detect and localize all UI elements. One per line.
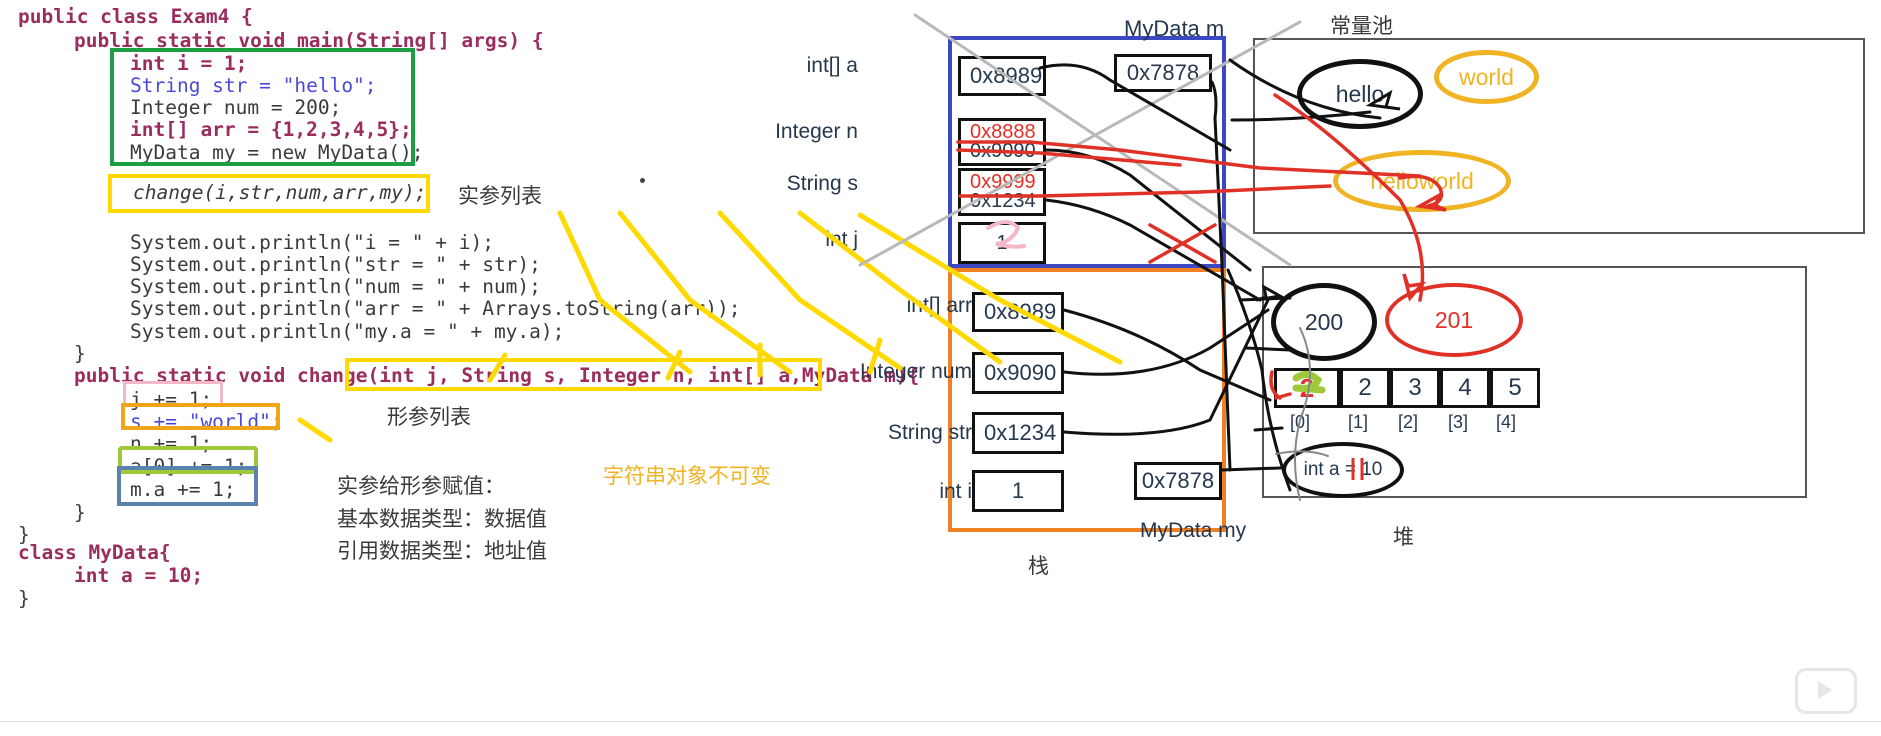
label-assign-title: 实参给形参赋值：	[337, 474, 505, 498]
array-index-0: [0]	[1290, 412, 1311, 432]
label-mydata-m: MyData m	[1124, 16, 1225, 41]
cell-mydata-m: 0x7878	[1114, 54, 1212, 92]
heap-integer-200-label: 200	[1304, 308, 1344, 335]
array-cell-0: 2	[1274, 368, 1340, 408]
heap-integer-201-label: 201	[1434, 306, 1474, 333]
cell-string-s: 0x9999 0x1234	[958, 168, 1046, 216]
ink-dot	[640, 178, 645, 183]
cell-mydata-my: 0x7878	[1134, 462, 1222, 500]
array-cell-4: 5	[1490, 368, 1540, 408]
cell-string-s-old: 0x1234	[970, 190, 1036, 212]
player-logo-icon	[1795, 668, 1857, 714]
row-label-string-s: String s	[786, 172, 858, 195]
constant-helloworld: helloworld	[1333, 150, 1511, 212]
label-heap: 堆	[1393, 525, 1414, 549]
row-label-int-i: int i	[939, 480, 972, 503]
row-label-integer-num: Integer num	[859, 360, 972, 383]
blue-highlight-box	[117, 466, 258, 506]
cell-integer-n-old: 0x9090	[970, 140, 1036, 162]
label-constant-pool: 常量池	[1330, 14, 1393, 38]
cell-int-j: 1	[958, 222, 1046, 264]
yellow-highlight-box-formal-params	[345, 358, 822, 391]
row-label-int-j: int j	[825, 228, 858, 251]
green-highlight-box	[110, 48, 415, 166]
code-line-mydata-field: int a = 10;	[74, 564, 204, 587]
label-assign-primitive: 基本数据类型：数据值	[337, 507, 547, 531]
heap-mydata-object: int a = 10	[1282, 442, 1404, 498]
array-cell-0-ink: 2	[1299, 372, 1315, 403]
constant-world-label: world	[1459, 63, 1514, 90]
code-line-mydata-decl: class MyData{	[18, 541, 171, 564]
cell-int-i: 1	[972, 470, 1064, 512]
array-index-4: [4]	[1496, 412, 1517, 432]
array-index-3: [3]	[1448, 412, 1469, 432]
code-line-mydata-close: }	[18, 587, 30, 610]
array-cell-2: 3	[1390, 368, 1440, 408]
label-string-immutable: 字符串对象不可变	[603, 464, 771, 488]
heap-mydata-object-label: int a = 10	[1303, 459, 1383, 480]
constant-hello-label: hello	[1335, 80, 1385, 107]
label-actual-params: 实参列表	[458, 184, 542, 208]
code-line-print-arr: System.out.println("arr = " + Arrays.toS…	[130, 297, 741, 320]
label-mydata-my: MyData my	[1140, 519, 1247, 542]
slide-canvas: public class Exam4 { public static void …	[0, 0, 1881, 736]
row-label-integer-n: Integer n	[775, 120, 858, 143]
array-cell-3: 4	[1440, 368, 1490, 408]
code-line-close-change: }	[74, 501, 86, 524]
code-line-class-decl: public class Exam4 {	[18, 5, 253, 28]
row-label-int-array-arr: int[] arr	[906, 294, 972, 317]
label-formal-params: 形参列表	[387, 405, 471, 429]
constant-world: world	[1434, 50, 1539, 104]
row-label-string-str: String str	[887, 421, 972, 444]
label-assign-reference: 引用数据类型：地址值	[337, 539, 547, 563]
label-stack: 栈	[1028, 554, 1049, 578]
yellow-highlight-box-actual-params	[108, 174, 430, 213]
constant-helloworld-label: helloworld	[1370, 167, 1474, 194]
code-line-print-num: System.out.println("num = " + num);	[130, 275, 541, 298]
orange-highlight-box	[121, 403, 280, 430]
code-line-print-i: System.out.println("i = " + i);	[130, 231, 494, 254]
cell-integer-n: 0x8888 0x9090	[958, 118, 1046, 166]
cell-string-str: 0x1234	[972, 412, 1064, 454]
code-line-print-str: System.out.println("str = " + str);	[130, 253, 541, 276]
code-line-close-main: }	[74, 342, 86, 365]
heap-integer-201: 201	[1385, 283, 1523, 357]
heap-integer-200: 200	[1271, 283, 1377, 361]
cell-integer-num: 0x9090	[972, 352, 1064, 394]
constant-hello: hello	[1297, 59, 1423, 129]
code-line-print-mya: System.out.println("my.a = " + my.a);	[130, 320, 565, 343]
array-cell-1: 2	[1340, 368, 1390, 408]
row-label-int-array-a: int[] a	[806, 54, 858, 77]
array-index-1: [1]	[1348, 412, 1369, 432]
bottom-bar	[0, 721, 1881, 736]
cell-int-array-a: 0x8989	[958, 56, 1046, 96]
array-index-2: [2]	[1398, 412, 1419, 432]
cell-int-array-arr: 0x8989	[972, 292, 1064, 332]
